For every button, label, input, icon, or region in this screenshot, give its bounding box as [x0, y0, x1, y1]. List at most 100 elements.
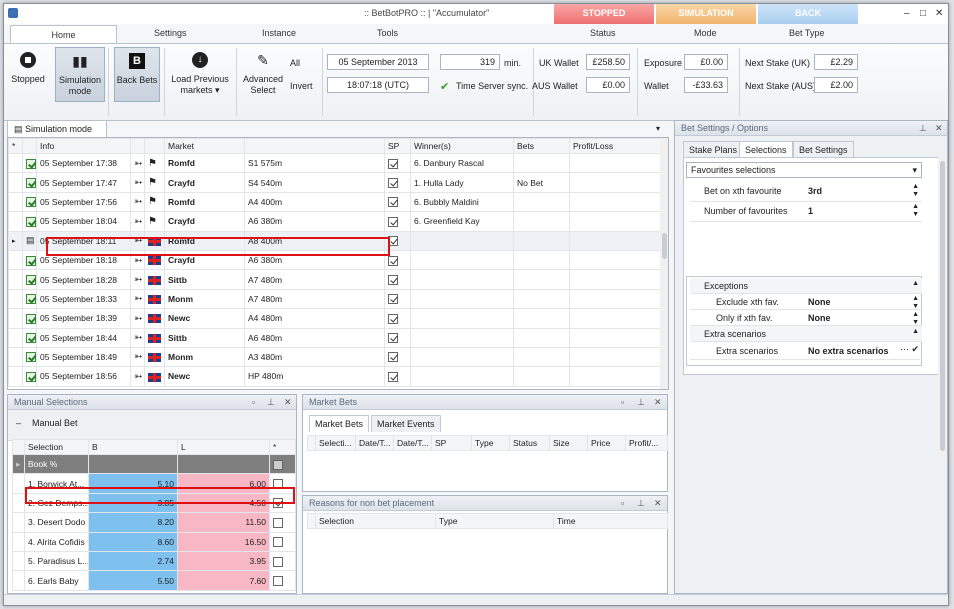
tab-selections[interactable]: Selections: [739, 141, 793, 158]
market-row[interactable]: 05 September 18:33 ➳ Monm A7 480m: [8, 288, 661, 310]
close-icon[interactable]: ✕: [935, 8, 943, 19]
more-check-icon[interactable]: ··· ✔: [900, 345, 919, 354]
row-checkbox[interactable]: [26, 216, 36, 227]
selection-row[interactable]: 2. Gez Demps... 3.85 4.50: [12, 492, 296, 514]
row-checkbox[interactable]: [26, 274, 36, 285]
collapse-up-icon[interactable]: ▲: [912, 280, 919, 288]
spin-icon[interactable]: ▲ ▼: [912, 311, 919, 327]
market-row[interactable]: ▸ ▤ 05 September 18:11 ➳ Romfd A8 400m: [8, 230, 661, 251]
tab-stake-plans[interactable]: Stake Plans: [683, 141, 744, 158]
col-mb-selection[interactable]: Selecti...: [315, 435, 356, 451]
row-checkbox[interactable]: [26, 352, 36, 363]
dropdown-arrow-icon[interactable]: ▾: [656, 124, 660, 133]
lay-price[interactable]: 11.50: [177, 512, 270, 533]
lay-price[interactable]: 6.00: [177, 473, 270, 494]
tab-market-bets[interactable]: Market Bets: [309, 415, 370, 432]
col-reason-type[interactable]: Type: [435, 513, 554, 529]
row-checkbox[interactable]: [26, 255, 36, 266]
all-button[interactable]: All: [290, 58, 300, 68]
panel-close-icon[interactable]: ✕: [284, 397, 292, 408]
col-mb-sp[interactable]: SP: [431, 435, 472, 451]
col-mb-date1[interactable]: Date/T...: [355, 435, 394, 451]
col-sp[interactable]: SP: [384, 138, 411, 154]
selection-checkbox[interactable]: [273, 517, 283, 528]
sp-checkbox[interactable]: [388, 177, 398, 188]
tab-market-events[interactable]: Market Events: [371, 415, 441, 432]
markets-scrollbar[interactable]: [660, 138, 668, 389]
invert-button[interactable]: Invert: [290, 81, 313, 91]
tab-instance[interactable]: Instance: [262, 28, 296, 38]
lay-price[interactable]: 7.60: [177, 570, 270, 591]
extra-scenarios-group[interactable]: Extra scenarios ▲: [690, 326, 922, 342]
next-uk-value[interactable]: £2.29: [814, 54, 858, 70]
lay-price[interactable]: 16.50: [177, 531, 270, 552]
panel-close-icon[interactable]: ✕: [654, 498, 662, 509]
col-info[interactable]: Info: [36, 138, 131, 154]
sp-checkbox[interactable]: [388, 274, 398, 285]
sp-checkbox[interactable]: [388, 333, 398, 344]
back-price[interactable]: 3.85: [88, 492, 178, 514]
row-checkbox[interactable]: [26, 197, 36, 208]
back-price[interactable]: 5.50: [88, 570, 178, 591]
row-checkbox[interactable]: [26, 313, 36, 324]
market-row[interactable]: 05 September 18:04 ➳ ⚑ Crayfd A6 380m 6. Gree…: [8, 211, 661, 232]
sp-checkbox[interactable]: [388, 197, 398, 208]
float-icon[interactable]: ▫: [621, 498, 624, 508]
col-selection[interactable]: Selection: [24, 439, 89, 455]
panel-close-icon[interactable]: ✕: [935, 123, 943, 134]
favourites-dropdown[interactable]: Favourites selections ▾: [686, 162, 922, 178]
spin-icon[interactable]: ▲ ▼: [912, 203, 919, 219]
lay-price[interactable]: 4.50: [177, 492, 270, 514]
selection-row[interactable]: 1. Borwick At... 5.10 6.00: [12, 473, 296, 494]
selection-row[interactable]: 5. Paradisus L... 2.74 3.95: [12, 550, 296, 572]
pin-icon[interactable]: ⊥: [267, 397, 275, 408]
time-sync-label[interactable]: Time Server sync.: [456, 81, 528, 91]
list-icon[interactable]: ▤: [26, 235, 35, 245]
lay-price[interactable]: 3.95: [177, 550, 270, 572]
float-icon[interactable]: ▫: [621, 397, 624, 407]
col-star[interactable]: *: [8, 138, 23, 154]
settings-scrollbar[interactable]: [938, 157, 947, 457]
maximize-icon[interactable]: □: [920, 8, 926, 19]
col-reason-selection[interactable]: Selection: [315, 513, 436, 529]
col-l[interactable]: L: [177, 439, 270, 455]
pin-icon[interactable]: ⊥: [637, 397, 645, 408]
opt-xth-favourite[interactable]: Bet on xth favourite 3rd ▲ ▼: [690, 182, 922, 202]
load-previous-button[interactable]: ↓ Load Previous markets ▾: [167, 50, 233, 110]
col-star[interactable]: *: [269, 439, 296, 455]
time-field[interactable]: 18:07:18 (UTC): [327, 77, 429, 93]
market-row[interactable]: 05 September 18:18 ➳ Crayfd A6 380m: [8, 249, 661, 271]
col-market[interactable]: Market: [164, 138, 245, 154]
market-row[interactable]: 05 September 18:39 ➳ Newc A4 480m: [8, 308, 661, 329]
selection-checkbox[interactable]: [273, 575, 283, 586]
sp-checkbox[interactable]: [388, 352, 398, 363]
back-bets-button[interactable]: B Back Bets: [114, 47, 160, 102]
market-row[interactable]: 05 September 18:44 ➳ Sittb A6 480m: [8, 327, 661, 348]
col-profit[interactable]: Profit/Loss: [569, 138, 661, 154]
mode-simulation-button[interactable]: SIMULATION: [656, 4, 756, 24]
col-mb-status[interactable]: Status: [509, 435, 550, 451]
col-bets[interactable]: Bets: [513, 138, 570, 154]
simulation-mode-button[interactable]: ▮▮ Simulation mode: [55, 47, 105, 102]
selection-row[interactable]: 4. Alrita Cofidis 8.60 16.50: [12, 531, 296, 552]
collapse-up-icon[interactable]: ▲: [912, 328, 919, 336]
next-aus-value[interactable]: £2.00: [814, 77, 858, 93]
back-price[interactable]: 2.74: [88, 550, 178, 572]
sp-checkbox[interactable]: [388, 216, 398, 227]
sp-checkbox[interactable]: [388, 236, 398, 247]
selection-checkbox[interactable]: [273, 556, 283, 567]
selection-row[interactable]: 3. Desert Dodo 8.20 11.50: [12, 512, 296, 533]
status-stopped-button[interactable]: STOPPED: [554, 4, 654, 24]
selection-row[interactable]: 6. Earls Baby 5.50 7.60: [12, 570, 296, 591]
row-checkbox[interactable]: [26, 294, 36, 305]
selection-checkbox[interactable]: [273, 537, 283, 548]
date-field[interactable]: 05 September 2013: [327, 54, 429, 70]
selection-checkbox[interactable]: [273, 478, 283, 489]
sp-checkbox[interactable]: [388, 313, 398, 324]
spin-icon[interactable]: ▲ ▼: [912, 183, 919, 199]
simulation-doc-tab[interactable]: ▤ Simulation mode: [7, 120, 107, 138]
col-winner[interactable]: Winner(s): [410, 138, 514, 154]
spin-icon[interactable]: ▲ ▼: [912, 295, 919, 311]
tab-tools[interactable]: Tools: [377, 28, 398, 38]
minimize-icon[interactable]: –: [904, 8, 910, 19]
